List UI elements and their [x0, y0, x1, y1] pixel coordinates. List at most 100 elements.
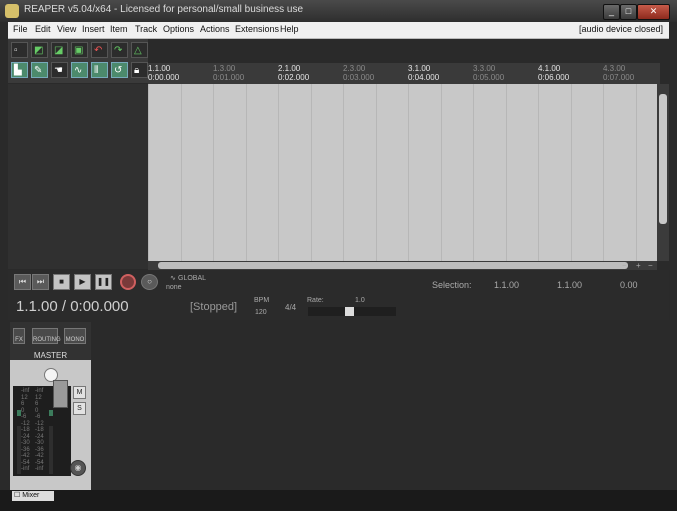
- ruler-mark: 4.1.00 0:06.000: [538, 64, 569, 82]
- meter-scale-label: -18: [21, 427, 30, 433]
- meter-scale-label: -24: [21, 433, 30, 440]
- menu-track[interactable]: Track: [135, 24, 157, 34]
- zoom-minus-icon[interactable]: −: [648, 261, 653, 270]
- project-settings-icon[interactable]: ▣: [71, 42, 88, 58]
- grid-line: [473, 84, 474, 261]
- meter-scale-label: 0: [35, 407, 39, 414]
- title-bar[interactable]: REAPER v5.04/x64 - Licensed for personal…: [0, 0, 677, 22]
- ruler-mark: 3.3.00 0:05.000: [473, 64, 504, 82]
- undo-icon[interactable]: ↶: [91, 42, 108, 58]
- global-automation-value[interactable]: none: [166, 284, 182, 291]
- item-grouping-icon[interactable]: ⦀: [91, 62, 108, 78]
- meter-scale-label: -30: [35, 440, 44, 446]
- mixer-tab[interactable]: ☐ Mixer: [12, 491, 54, 501]
- menu-insert[interactable]: Insert: [82, 24, 105, 34]
- grid-line: [635, 84, 637, 261]
- ruler-bar-label: 2.3.00: [343, 64, 366, 73]
- auto-crossfade-icon[interactable]: ↺: [111, 62, 128, 78]
- volume-fader[interactable]: [53, 380, 68, 408]
- timeline-ruler[interactable]: 1.1.00 0:00.000 1.3.00 0:01.000 2.1.00 0:02.0…: [148, 63, 660, 85]
- ruler-time-label: 0:06.000: [538, 73, 570, 82]
- maximize-button[interactable]: □: [620, 4, 637, 20]
- selection-label: Selection:: [432, 280, 472, 290]
- transport-bar: ⏮ ⏭ ■ ▶ ❚❚ ○ ∿ GLOBAL none Selection: 1.…: [8, 270, 669, 320]
- menu-item[interactable]: Item: [110, 24, 128, 34]
- time-display[interactable]: 1.1.00 / 0:00.000: [16, 298, 129, 315]
- reaper-app-icon: [5, 4, 19, 18]
- playrate-slider-knob[interactable]: [345, 307, 354, 316]
- menu-edit[interactable]: Edit: [35, 24, 51, 34]
- snap-toggle-icon[interactable]: ✎: [31, 62, 48, 78]
- ripple-edit-icon[interactable]: ☚: [51, 62, 68, 78]
- open-project-icon[interactable]: ◩: [31, 42, 48, 58]
- vertical-scroll-thumb[interactable]: [659, 94, 667, 224]
- go-to-start-icon[interactable]: ⏮: [14, 274, 31, 290]
- play-status: [Stopped]: [190, 301, 238, 313]
- lock-icon[interactable]: 🔒︎: [131, 62, 148, 78]
- meter-right-bar: [49, 426, 53, 474]
- envelope-lock-icon[interactable]: ∿: [71, 62, 88, 78]
- ruler-mark: 1.1.00 0:00.000: [148, 64, 179, 82]
- bpm-value[interactable]: 120: [255, 309, 267, 316]
- ruler-time-label: 0:07.000: [603, 73, 635, 82]
- mono-button[interactable]: MONO: [64, 328, 86, 344]
- meter-scale-label: -36: [21, 446, 30, 453]
- horizontal-scrollbar[interactable]: − + −: [148, 261, 657, 270]
- grid-line: [245, 84, 247, 261]
- ruler-time-label: 0:03.000: [343, 73, 375, 82]
- solo-button[interactable]: S: [73, 402, 86, 415]
- track-control-panel[interactable]: [8, 84, 148, 269]
- zoom-out-icon[interactable]: −: [622, 261, 627, 270]
- go-to-end-icon[interactable]: ⏭: [32, 274, 49, 290]
- zoom-in-icon[interactable]: +: [636, 261, 641, 270]
- menu-extensions[interactable]: Extensions: [235, 24, 279, 34]
- meter-scale-label: 12: [21, 394, 28, 401]
- meter-scale-label: -54: [21, 459, 30, 466]
- meter-scale-label: 6: [35, 401, 39, 407]
- record-arm-icon[interactable]: ◉: [70, 460, 86, 476]
- record-icon[interactable]: [120, 274, 136, 290]
- menu-options[interactable]: Options: [163, 24, 194, 34]
- reaper-window: REAPER v5.04/x64 - Licensed for personal…: [0, 0, 677, 511]
- ruler-bar-label: 1.3.00: [213, 64, 236, 73]
- automation-mode-icon[interactable]: ∿: [170, 274, 176, 282]
- menu-actions[interactable]: Actions: [200, 24, 230, 34]
- bpm-label: BPM: [254, 297, 270, 304]
- vertical-scrollbar[interactable]: [657, 84, 669, 261]
- arrange-view[interactable]: [148, 84, 657, 261]
- playrate-slider[interactable]: [308, 307, 396, 316]
- pause-icon[interactable]: ❚❚: [95, 274, 112, 290]
- selection-end[interactable]: 1.1.00: [557, 280, 582, 290]
- grid-line: [570, 84, 572, 261]
- menu-help[interactable]: Help: [280, 24, 299, 34]
- meter-scale-label: -inf: [21, 388, 30, 394]
- save-project-icon[interactable]: ◪: [51, 42, 68, 58]
- selection-length[interactable]: 0.00: [620, 280, 638, 290]
- horizontal-scroll-thumb[interactable]: [158, 262, 628, 269]
- mute-button[interactable]: M: [73, 386, 86, 399]
- stop-icon[interactable]: ■: [53, 274, 70, 290]
- grid-toggle-icon[interactable]: ▙: [11, 62, 28, 78]
- menu-view[interactable]: View: [57, 24, 76, 34]
- minimize-button[interactable]: _: [603, 4, 620, 20]
- new-project-icon[interactable]: ▫: [11, 42, 28, 58]
- ruler-bar-label: 4.1.00: [538, 64, 561, 73]
- repeat-icon[interactable]: ○: [141, 274, 158, 290]
- selection-start[interactable]: 1.1.00: [494, 280, 519, 290]
- meter-scale-label: -12: [21, 420, 30, 427]
- play-icon[interactable]: ▶: [74, 274, 91, 290]
- grid-line: [343, 84, 344, 261]
- routing-button[interactable]: ROUTING: [32, 328, 61, 344]
- close-button[interactable]: ✕: [637, 4, 670, 20]
- grid-line: [538, 84, 539, 261]
- grid-line: [440, 84, 442, 261]
- ruler-mark: 2.3.00 0:03.000: [343, 64, 374, 82]
- rate-value: 1.0: [355, 297, 365, 304]
- meter-scale-label: -30: [21, 440, 30, 446]
- grid-line: [505, 84, 507, 261]
- redo-icon[interactable]: ↷: [111, 42, 128, 58]
- fx-button[interactable]: FX: [13, 328, 25, 344]
- menu-file[interactable]: File: [13, 24, 28, 34]
- metronome-icon[interactable]: △: [131, 42, 148, 58]
- time-signature[interactable]: 4/4: [285, 303, 296, 312]
